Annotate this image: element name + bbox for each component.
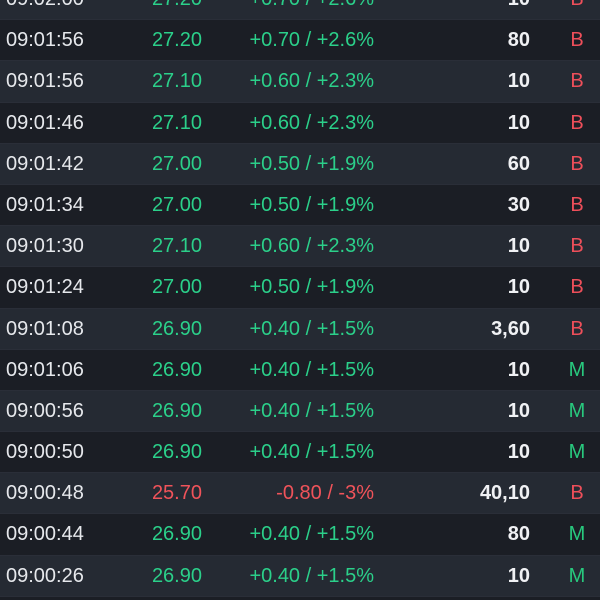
trade-price: 26.90 bbox=[151, 523, 202, 546]
trade-time: 09:00:44 bbox=[6, 523, 84, 546]
trade-row: 09:01:08 26.90 +0.40 / +1.5% 3,60 B bbox=[0, 308, 600, 350]
trade-price: 27.20 bbox=[151, 29, 202, 52]
trade-quantity: 80 bbox=[507, 29, 530, 52]
trade-side-badge: M bbox=[568, 441, 586, 464]
trade-row: 09:01:30 27.10 +0.60 / +2.3% 10 B bbox=[0, 226, 600, 268]
trade-time: 09:01:56 bbox=[6, 70, 84, 93]
trade-side-badge: B bbox=[570, 235, 584, 258]
trade-time: 09:01:24 bbox=[6, 276, 84, 299]
trade-quantity: 80 bbox=[507, 523, 530, 546]
trade-row: 09:01:34 27.00 +0.50 / +1.9% 30 B bbox=[0, 184, 600, 227]
trade-time: 09:02:00 bbox=[6, 0, 84, 20]
trade-change: +0.60 / +2.3% bbox=[249, 70, 374, 93]
trade-quantity: 60 bbox=[507, 152, 530, 175]
trade-time: 09:01:56 bbox=[6, 29, 84, 52]
trade-change: -0.80 / -3% bbox=[276, 482, 374, 505]
trade-change: +0.40 / +1.5% bbox=[249, 564, 374, 587]
trade-side-badge: M bbox=[568, 399, 586, 422]
trade-price: 27.20 bbox=[152, 0, 202, 20]
trade-change: +0.40 / +1.5% bbox=[249, 523, 374, 546]
trade-quantity: 30 bbox=[507, 193, 530, 216]
trade-row: 09:00:56 26.90 +0.40 / +1.5% 10 M bbox=[0, 390, 600, 433]
trade-change: +0.40 / +1.5% bbox=[249, 317, 374, 340]
trade-time: 09:01:30 bbox=[6, 235, 84, 258]
trade-change: +0.60 / +2.3% bbox=[249, 111, 374, 134]
trade-side-badge: B bbox=[570, 70, 584, 93]
trade-price: 27.10 bbox=[151, 70, 202, 93]
trade-change: +0.70 / +2.6% bbox=[249, 29, 374, 52]
trade-quantity: 10 bbox=[507, 399, 530, 422]
trade-row: 09:00:44 26.90 +0.40 / +1.5% 80 M bbox=[0, 514, 600, 556]
trade-price: 25.70 bbox=[151, 482, 202, 505]
trade-change: +0.50 / +1.9% bbox=[249, 276, 374, 299]
trade-side-badge: B bbox=[570, 276, 584, 299]
trade-price: 27.00 bbox=[151, 193, 202, 216]
trade-side-badge: B bbox=[570, 317, 584, 340]
trade-row: 09:01:42 27.00 +0.50 / +1.9% 60 B bbox=[0, 143, 600, 185]
trade-time: 09:00:26 bbox=[6, 564, 84, 587]
trade-quantity: 3,60 bbox=[491, 317, 530, 340]
trade-quantity: 10 bbox=[507, 358, 530, 381]
trade-side-badge: M bbox=[568, 358, 586, 381]
trade-time: 09:01:42 bbox=[6, 152, 84, 175]
trade-price: 26.90 bbox=[151, 317, 202, 340]
trade-time: 09:01:34 bbox=[6, 193, 84, 216]
trade-quantity: 10 bbox=[507, 235, 530, 258]
trade-quantity: 10 bbox=[507, 70, 530, 93]
trade-change: +0.40 / +1.5% bbox=[249, 399, 374, 422]
trade-quantity: 40,10 bbox=[479, 482, 530, 505]
trade-side-badge: B bbox=[570, 193, 584, 216]
trade-row: 09:02:00 27.20 +0.70 / +2.6% 10 B bbox=[0, 0, 600, 21]
trade-change: +0.50 / +1.9% bbox=[249, 152, 374, 175]
trade-time: 09:01:06 bbox=[6, 358, 84, 381]
trade-time: 09:01:46 bbox=[6, 111, 84, 134]
trade-row: 09:01:46 27.10 +0.60 / +2.3% 10 B bbox=[0, 102, 600, 144]
trade-change: +0.50 / +1.9% bbox=[249, 193, 374, 216]
trade-side-badge: B bbox=[570, 111, 584, 134]
trade-list: 09:02:00 27.20 +0.70 / +2.6% 10 B 09:01:… bbox=[0, 0, 600, 597]
trade-time: 09:01:08 bbox=[6, 317, 84, 340]
trade-quantity: 10 bbox=[507, 111, 530, 134]
trade-row: 09:01:06 26.90 +0.40 / +1.5% 10 M bbox=[0, 349, 600, 391]
trade-change: +0.40 / +1.5% bbox=[249, 358, 374, 381]
trade-tape: 09:02:00 27.20 +0.70 / +2.6% 10 B 09:01:… bbox=[0, 0, 600, 600]
trade-row: 09:01:56 27.20 +0.70 / +2.6% 80 B bbox=[0, 20, 600, 62]
trade-price: 26.90 bbox=[151, 358, 202, 381]
trade-time: 09:00:48 bbox=[6, 482, 84, 505]
trade-side-badge: B bbox=[570, 29, 584, 52]
trade-price: 27.10 bbox=[151, 235, 202, 258]
trade-side-badge: B bbox=[566, 0, 588, 20]
trade-change: +0.40 / +1.5% bbox=[249, 441, 374, 464]
trade-price: 27.00 bbox=[151, 152, 202, 175]
trade-quantity: 10 bbox=[507, 276, 530, 299]
trade-quantity: 10 bbox=[507, 564, 530, 587]
trade-side-badge: B bbox=[570, 482, 584, 505]
trade-price: 27.00 bbox=[151, 276, 202, 299]
trade-quantity: 10 bbox=[507, 441, 530, 464]
trade-price: 26.90 bbox=[151, 399, 202, 422]
trade-row: 09:00:26 26.90 +0.40 / +1.5% 10 M bbox=[0, 555, 600, 597]
trade-price: 26.90 bbox=[151, 441, 202, 464]
trade-time: 09:00:56 bbox=[6, 399, 84, 422]
trade-change: +0.60 / +2.3% bbox=[249, 235, 374, 258]
trade-side-badge: M bbox=[568, 523, 586, 546]
trade-price: 26.90 bbox=[151, 564, 202, 587]
trade-row: 09:00:50 26.90 +0.40 / +1.5% 10 M bbox=[0, 432, 600, 474]
trade-change: +0.70 / +2.6% bbox=[249, 0, 374, 20]
trade-price: 27.10 bbox=[151, 111, 202, 134]
trade-time: 09:00:50 bbox=[6, 441, 84, 464]
trade-side-badge: M bbox=[568, 564, 586, 587]
trade-quantity: 10 bbox=[508, 0, 530, 20]
trade-side-badge: B bbox=[570, 152, 584, 175]
trade-row: 09:00:48 25.70 -0.80 / -3% 40,10 B bbox=[0, 473, 600, 515]
trade-row: 09:01:56 27.10 +0.60 / +2.3% 10 B bbox=[0, 61, 600, 103]
trade-row: 09:01:24 27.00 +0.50 / +1.9% 10 B bbox=[0, 267, 600, 309]
